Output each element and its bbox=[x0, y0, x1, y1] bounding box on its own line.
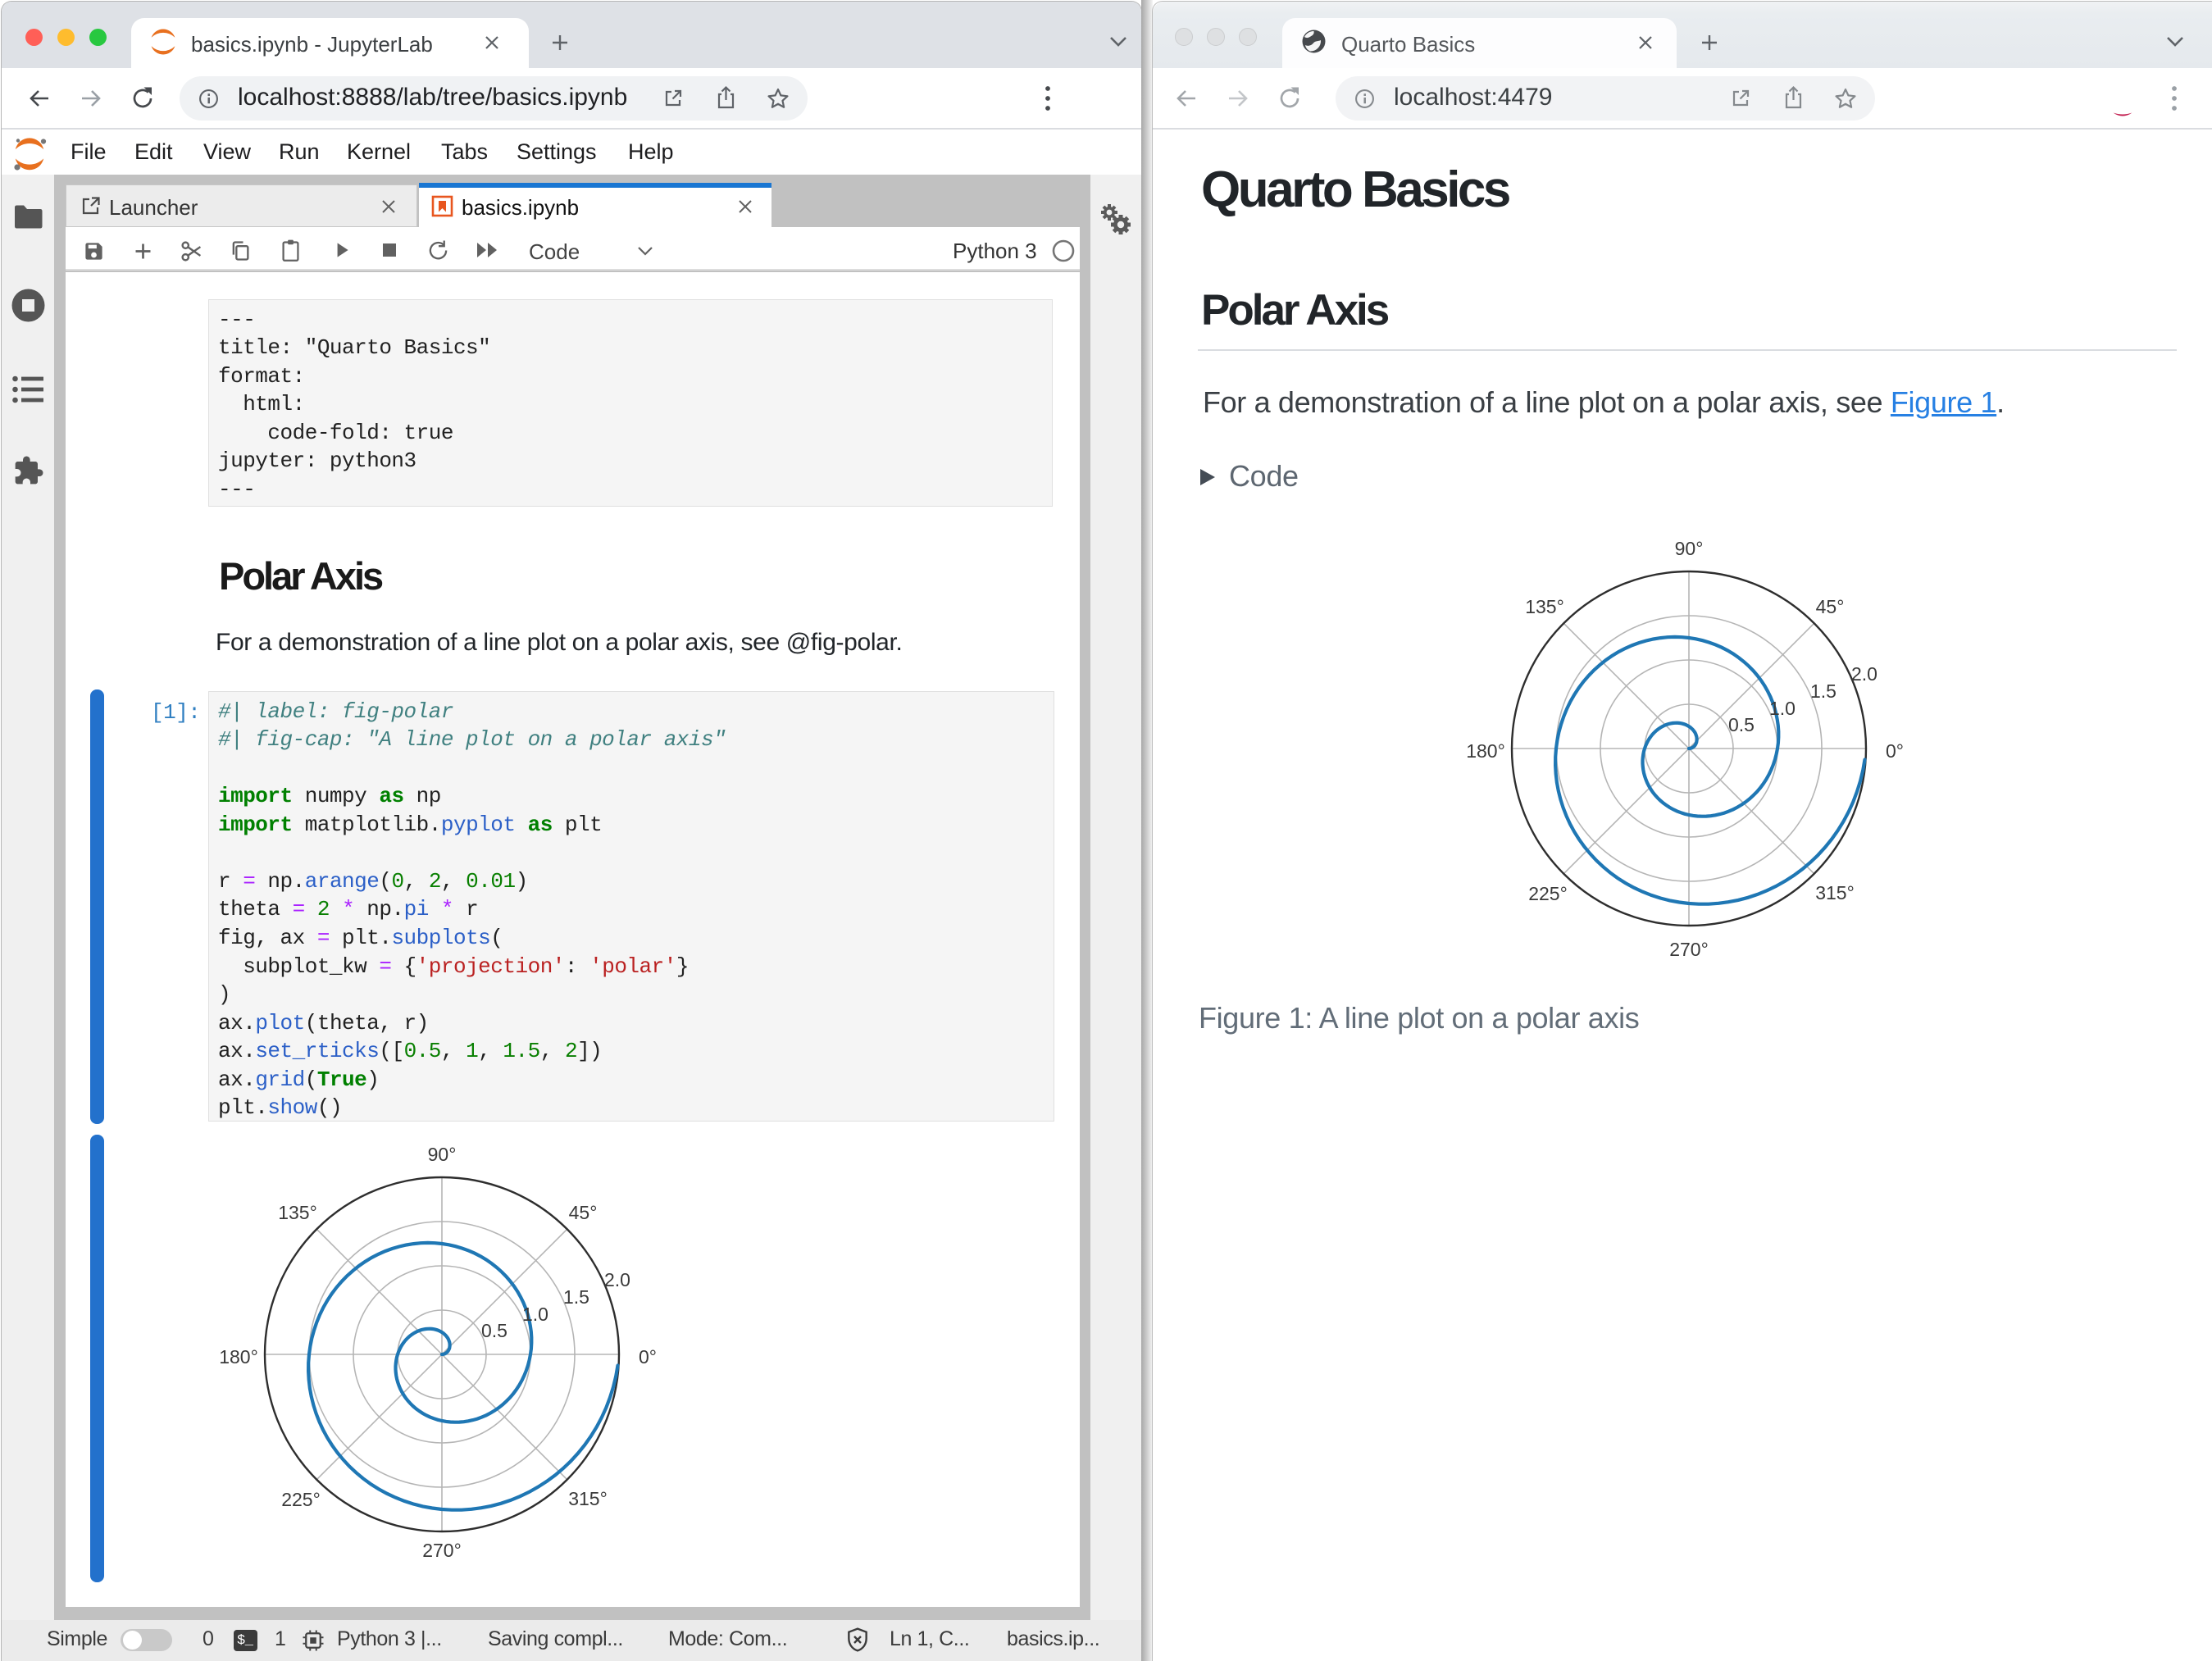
svg-text:315°: 315° bbox=[1815, 882, 1855, 903]
svg-text:225°: 225° bbox=[1528, 883, 1568, 904]
svg-text:2.0: 2.0 bbox=[1851, 663, 1877, 685]
svg-text:90°: 90° bbox=[1675, 538, 1704, 559]
svg-text:45°: 45° bbox=[1816, 596, 1845, 617]
svg-text:180°: 180° bbox=[1466, 740, 1505, 762]
svg-text:135°: 135° bbox=[1525, 596, 1564, 617]
svg-text:1.5: 1.5 bbox=[1810, 680, 1837, 702]
svg-text:1.0: 1.0 bbox=[1769, 698, 1796, 719]
svg-text:0.5: 0.5 bbox=[1728, 714, 1755, 735]
svg-text:270°: 270° bbox=[1669, 939, 1709, 960]
svg-text:0°: 0° bbox=[1886, 740, 1904, 762]
